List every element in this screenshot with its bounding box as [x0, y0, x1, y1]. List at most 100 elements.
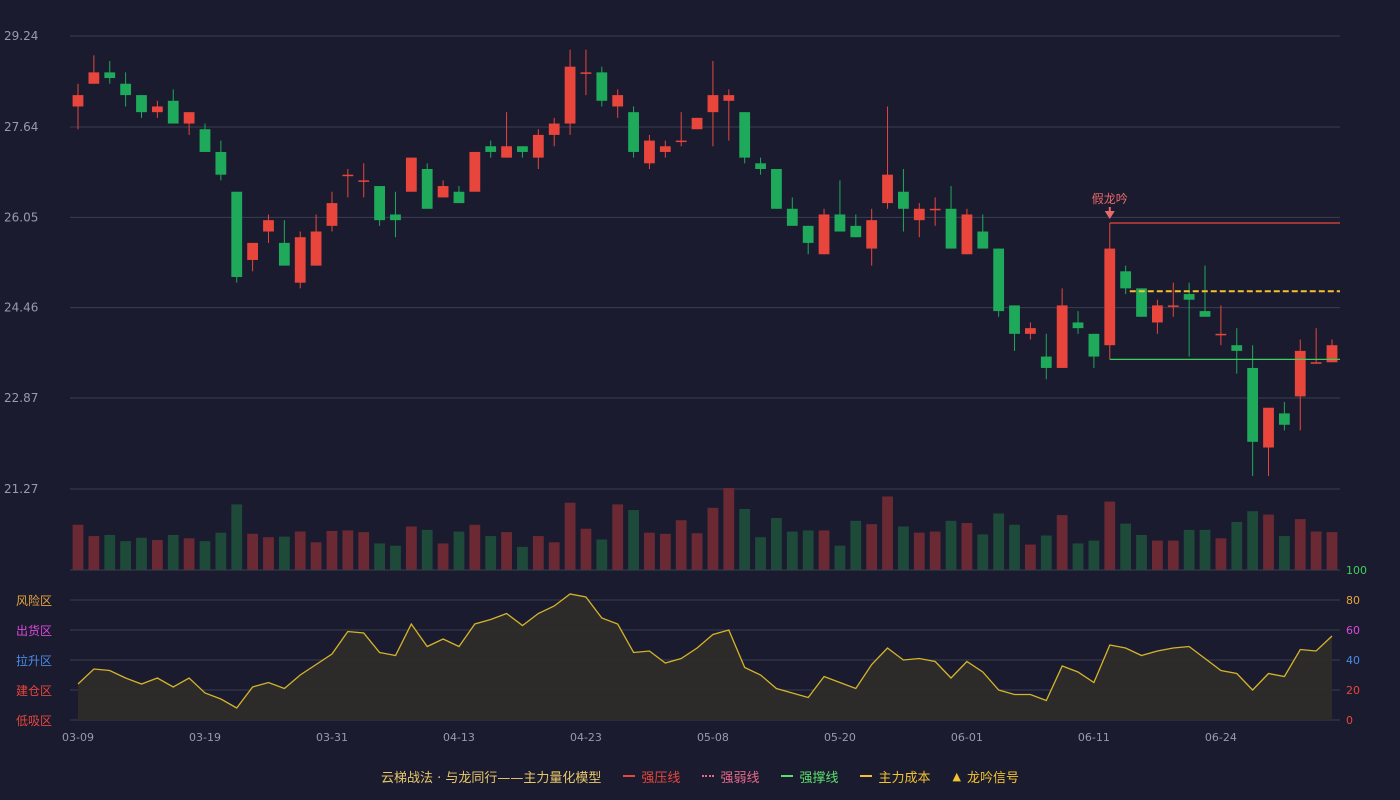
- candle-body: [199, 129, 211, 152]
- candle-body: [564, 66, 576, 124]
- candle: [1120, 265, 1132, 295]
- volume-bar: [342, 530, 354, 570]
- weak-line-swatch: [702, 775, 715, 777]
- candle: [739, 112, 751, 164]
- date-tick-label: 03-31: [316, 731, 348, 744]
- candle-body: [136, 95, 147, 113]
- candle-body: [342, 174, 354, 177]
- volume-bar: [644, 532, 655, 570]
- volume-bar: [723, 488, 735, 570]
- candle-body: [675, 140, 687, 143]
- candle-body: [1040, 356, 1052, 368]
- candle-body: [723, 95, 735, 101]
- candle: [691, 117, 703, 130]
- candle: [358, 163, 370, 198]
- candle-body: [1263, 407, 1274, 448]
- candle-body: [1056, 305, 1068, 368]
- candle-body: [1009, 305, 1020, 334]
- candle-body: [898, 191, 909, 209]
- volume-bar: [104, 534, 116, 570]
- candle-body: [1247, 367, 1259, 442]
- candle: [1294, 339, 1306, 431]
- candle-body: [453, 191, 465, 204]
- signal-triangle-icon: ▲: [952, 769, 961, 783]
- candle-body: [1310, 362, 1322, 364]
- candle-body: [1072, 322, 1084, 329]
- volume-bar: [612, 504, 624, 570]
- candle: [548, 117, 560, 147]
- volume-bar: [1104, 501, 1116, 570]
- candle: [215, 140, 227, 181]
- volume-bar: [1199, 529, 1211, 570]
- zone-label: 建仓区: [16, 684, 52, 698]
- candle: [675, 112, 687, 147]
- date-tick-label: 05-08: [697, 731, 729, 744]
- candle: [120, 72, 132, 107]
- volume-bar: [866, 524, 878, 570]
- candle: [469, 151, 481, 192]
- candle: [802, 225, 814, 255]
- legend-item-pressure: 强压线: [623, 767, 680, 786]
- candle: [1151, 299, 1163, 334]
- candle: [580, 49, 592, 96]
- candle-body: [834, 214, 846, 232]
- candle: [898, 169, 909, 232]
- zone-label: 出货区: [16, 623, 52, 638]
- candle: [882, 106, 893, 209]
- candle-body: [596, 72, 608, 101]
- volume-bar: [1294, 519, 1306, 570]
- candle: [485, 140, 497, 158]
- volume-bar: [215, 532, 227, 570]
- volume-bar: [739, 508, 751, 570]
- volume-bar: [1263, 514, 1274, 570]
- candle-body: [469, 151, 481, 192]
- candle: [1278, 402, 1290, 431]
- candle: [707, 61, 719, 147]
- candle-body: [755, 163, 766, 170]
- candle: [532, 129, 544, 170]
- oscillator-tick-label: 20: [1346, 684, 1360, 697]
- candle: [596, 66, 608, 107]
- candle-body: [88, 72, 100, 84]
- candle-body: [437, 186, 449, 198]
- candle: [1263, 407, 1274, 476]
- volume-bar: [1136, 534, 1147, 570]
- candle-body: [691, 117, 703, 130]
- candle-body: [326, 203, 338, 226]
- candle-body: [1136, 288, 1147, 317]
- volume-bar: [310, 542, 322, 570]
- candle-body: [405, 157, 417, 192]
- candle: [977, 214, 989, 249]
- candle-body: [961, 214, 973, 255]
- candle-body: [818, 214, 830, 255]
- volume-bar: [659, 533, 671, 570]
- candle-body: [929, 208, 941, 211]
- candle: [659, 140, 671, 158]
- candle-body: [771, 169, 782, 209]
- legend-item-support: 强撑线: [781, 767, 838, 786]
- candle-body: [548, 123, 560, 135]
- candle-body: [707, 95, 719, 113]
- volume-bar: [1009, 524, 1020, 570]
- volume-bar: [802, 530, 814, 570]
- candle: [961, 208, 973, 255]
- candle: [136, 95, 147, 118]
- candle: [1040, 333, 1052, 380]
- volume-bar: [374, 543, 385, 570]
- candle: [612, 89, 624, 118]
- volume-bar: [1088, 540, 1100, 570]
- candle: [374, 186, 385, 226]
- candle: [263, 214, 274, 243]
- candle: [310, 214, 322, 266]
- candle-body: [1278, 413, 1290, 425]
- volume-bar: [1120, 523, 1132, 570]
- volume-bar: [913, 532, 925, 570]
- volume-bar: [358, 532, 370, 570]
- zone-label: 拉升区: [16, 653, 52, 668]
- candle-body: [945, 208, 957, 249]
- price-grid: [70, 35, 1340, 490]
- candle: [1231, 328, 1243, 374]
- candle: [564, 49, 576, 135]
- volume-bar: [548, 542, 560, 570]
- date-tick-label: 06-11: [1078, 731, 1110, 744]
